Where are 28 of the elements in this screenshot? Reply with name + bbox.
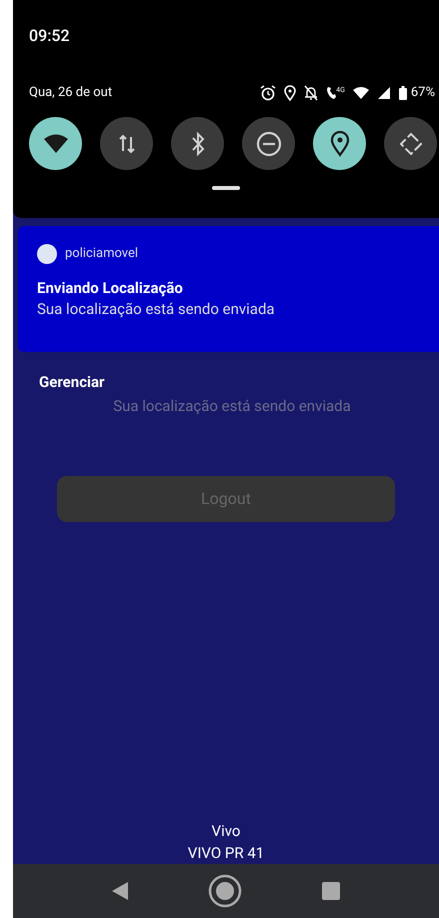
app-icon [37, 244, 57, 264]
bell-off-icon [304, 85, 318, 101]
signal-icon [376, 86, 391, 100]
status-text: Sua localização está sendo enviada [112, 396, 351, 416]
minus-circle-icon [256, 130, 282, 156]
rotate-icon [398, 132, 422, 156]
bluetooth-icon [190, 130, 206, 156]
location-pin-icon [330, 130, 350, 156]
clock: 09:52 [29, 25, 71, 47]
carrier-detail: VIVO PR 41 [188, 843, 264, 864]
back-icon[interactable] [112, 882, 128, 900]
wifi-icon [42, 132, 68, 154]
phone-icon [326, 86, 336, 100]
date-label: Qua, 26 de out [29, 84, 112, 102]
arrows-icon [118, 132, 136, 154]
carrier-name: Vivo [212, 821, 240, 842]
battery-percentage: 67% [410, 84, 435, 102]
drag-handle[interactable] [212, 186, 240, 190]
battery-icon [398, 86, 407, 100]
notification-text: Sua localização está sendo enviada [37, 299, 276, 320]
notification-title: Enviando Localização [37, 278, 184, 298]
notification-card[interactable]: policiamovel Enviando Localização Sua localização está sendo enviada [18, 226, 439, 352]
manage-button[interactable]: Gerenciar [39, 373, 104, 391]
alarm-icon [260, 85, 276, 101]
location-pin-icon [284, 85, 296, 101]
app-name: policiamovel [65, 245, 138, 264]
wifi-icon [352, 86, 369, 100]
home-icon[interactable] [208, 874, 242, 908]
